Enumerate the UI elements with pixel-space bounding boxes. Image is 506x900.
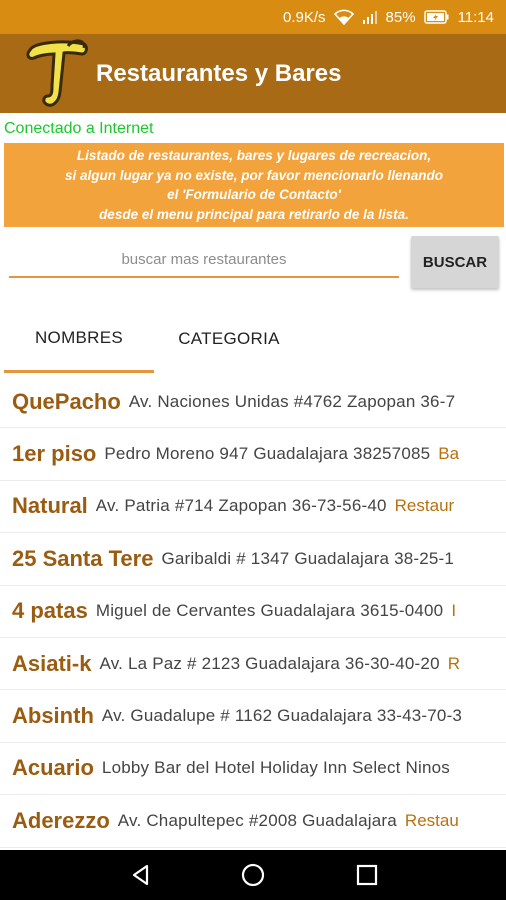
item-category: Restaur xyxy=(394,496,455,516)
list-item[interactable]: Acuario Lobby Bar del Hotel Holiday Inn … xyxy=(0,743,506,796)
notice-banner: Listado de restaurantes, bares y lugares… xyxy=(4,143,504,227)
item-name: Absinth xyxy=(12,703,94,729)
recents-icon[interactable] xyxy=(354,862,380,888)
back-icon[interactable] xyxy=(128,862,154,888)
tab-categoria[interactable]: CATEGORIA xyxy=(154,306,304,372)
notice-line: desde el menu principal para retirarlo d… xyxy=(99,206,409,222)
item-address: Av. Patria #714 Zapopan 36-73-56-40 xyxy=(95,496,387,516)
item-name: Asiati-k xyxy=(12,650,92,676)
list-item[interactable]: QuePacho Av. Naciones Unidas #4762 Zapop… xyxy=(0,376,506,429)
list-item[interactable]: Aderezzo Av. Chapultepec #2008 Guadalaja… xyxy=(0,795,506,848)
signal-icon xyxy=(362,10,378,24)
battery-percent: 85% xyxy=(385,8,416,26)
item-name: Aderezzo xyxy=(12,807,110,833)
item-address: Av. Naciones Unidas #4762 Zapopan 36-7 xyxy=(128,391,456,411)
list-item[interactable]: Absinth Av. Guadalupe # 1162 Guadalajara… xyxy=(0,690,506,743)
t-logo-icon xyxy=(24,36,90,112)
list-item[interactable]: Natural Av. Patria #714 Zapopan 36-73-56… xyxy=(0,481,506,534)
item-name: 25 Santa Tere xyxy=(12,545,154,571)
notice-line: el 'Formulario de Contacto' xyxy=(167,187,341,202)
connection-status: Conectado a Internet xyxy=(4,120,154,137)
app-bar: Restaurantes y Bares xyxy=(0,34,506,113)
restaurant-list[interactable]: QuePacho Av. Naciones Unidas #4762 Zapop… xyxy=(0,376,506,850)
list-item[interactable]: 25 Santa Tere Garibaldi # 1347 Guadalaja… xyxy=(0,533,506,586)
item-address: Av. Chapultepec #2008 Guadalajara xyxy=(117,810,397,830)
item-name: QuePacho xyxy=(12,388,121,414)
list-item[interactable]: 4 patas Miguel de Cervantes Guadalajara … xyxy=(0,586,506,638)
item-address: Av. La Paz # 2123 Guadalajara 36-30-40-2… xyxy=(99,653,440,673)
item-address: Garibaldi # 1347 Guadalajara 38-25-1 xyxy=(161,548,455,568)
battery-charging-icon xyxy=(423,10,450,24)
wifi-icon xyxy=(333,9,354,25)
item-address: Pedro Moreno 947 Guadalajara 38257085 xyxy=(104,444,431,464)
network-speed: 0.9K/s xyxy=(283,8,326,26)
item-category: Ba xyxy=(438,444,460,464)
navigation-bar xyxy=(0,850,506,900)
item-name: 1er piso xyxy=(12,441,97,467)
search-field-wrapper xyxy=(9,244,399,278)
tab-bar: NOMBRES CATEGORIA xyxy=(0,306,506,374)
item-category: Restau xyxy=(404,810,459,830)
list-item[interactable]: 1er piso Pedro Moreno 947 Guadalajara 38… xyxy=(0,428,506,481)
search-input[interactable] xyxy=(9,244,399,274)
app-title: Restaurantes y Bares xyxy=(96,60,342,87)
item-address: Av. Guadalupe # 1162 Guadalajara 33-43-7… xyxy=(101,706,463,726)
status-bar: 0.9K/s 85% 11:14 xyxy=(0,0,506,34)
search-button[interactable]: BUSCAR xyxy=(411,236,499,288)
tab-nombres[interactable]: NOMBRES xyxy=(4,306,154,373)
item-address: Lobby Bar del Hotel Holiday Inn Select N… xyxy=(101,758,450,778)
item-name: 4 patas xyxy=(12,598,88,624)
item-category: R xyxy=(447,653,461,673)
list-item[interactable]: Asiati-k Av. La Paz # 2123 Guadalajara 3… xyxy=(0,638,506,691)
item-name: Natural xyxy=(12,493,88,519)
home-icon[interactable] xyxy=(240,862,266,888)
clock: 11:14 xyxy=(457,8,494,26)
item-category: I xyxy=(451,601,457,621)
notice-line: si algun lugar ya no existe, por favor m… xyxy=(64,167,444,183)
item-name: Acuario xyxy=(12,755,94,781)
notice-line: Listado de restaurantes, bares y lugares… xyxy=(76,148,432,163)
item-address: Miguel de Cervantes Guadalajara 3615-040… xyxy=(95,601,444,621)
